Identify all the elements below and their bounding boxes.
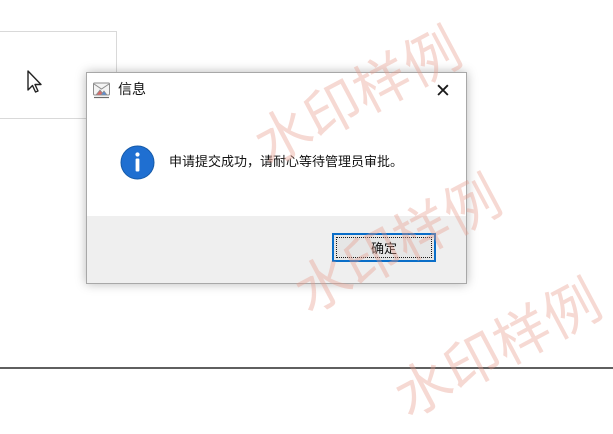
close-icon: ✕ xyxy=(435,79,451,102)
cursor-icon xyxy=(27,70,42,93)
dialog-titlebar[interactable]: 信息 ✕ xyxy=(87,73,466,107)
dialog-title: 信息 xyxy=(118,82,146,98)
app-icon xyxy=(93,82,110,99)
ok-button[interactable]: 确定 xyxy=(332,233,436,262)
dialog-message: 申请提交成功，请耐心等待管理员审批。 xyxy=(169,155,404,170)
close-button[interactable]: ✕ xyxy=(428,79,458,103)
message-dialog: 信息 ✕ 申请提交成功，请耐心等待管理员审批。 确定 xyxy=(86,72,467,284)
dialog-footer: 确定 xyxy=(87,216,466,283)
bottom-divider xyxy=(0,367,613,369)
info-icon xyxy=(120,145,155,180)
dialog-content: 申请提交成功，请耐心等待管理员审批。 xyxy=(87,107,466,216)
